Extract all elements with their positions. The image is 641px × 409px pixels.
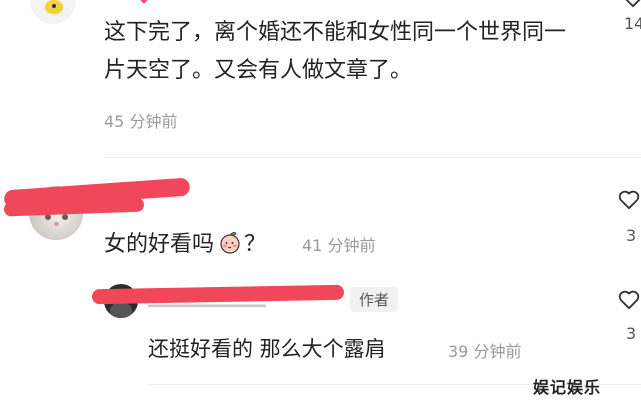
like-heart-icon[interactable] <box>622 0 641 8</box>
reply-timestamp: 39 分钟前 <box>448 342 522 361</box>
comment-timestamp: 41 分钟前 <box>302 236 376 255</box>
comment-text: 这下完了，离个婚还不能和女性同一个世界同一片天空了。又会有人做文章了。 <box>104 20 567 83</box>
like-heart-icon[interactable] <box>618 290 640 310</box>
duck-icon <box>45 0 63 14</box>
commenter-avatar[interactable] <box>30 0 76 24</box>
like-heart-icon[interactable] <box>618 190 640 210</box>
username-redaction <box>91 284 345 305</box>
comment-text-row: 女的好看吗 ？ <box>104 226 266 258</box>
reply-text: 还挺好看的 那么大个露肩 <box>148 337 386 361</box>
heart-badge-icon <box>138 0 150 4</box>
like-count: 3 <box>626 324 637 343</box>
peach-emoji-icon <box>218 230 242 254</box>
divider <box>104 157 641 158</box>
like-count: 3 <box>626 226 637 245</box>
watermark: 娱记娱乐 <box>533 378 602 397</box>
like-count: 14 <box>624 14 641 33</box>
comment-text: 女的好看吗 <box>104 232 215 257</box>
author-badge: 作者 <box>350 287 399 312</box>
comment-text-suffix: ？ <box>244 232 267 257</box>
comment-timestamp: 45 分钟前 <box>104 112 178 131</box>
